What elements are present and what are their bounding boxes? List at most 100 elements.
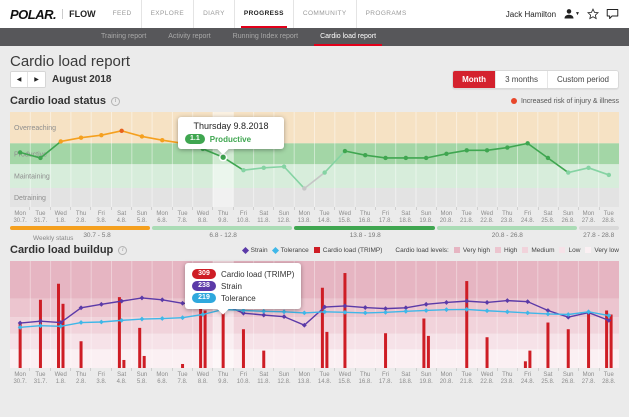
axis-day-label: Mon30.7.: [10, 371, 30, 385]
weekly-range-label: 30.7 - 5.8: [10, 232, 152, 239]
nav-item-diary[interactable]: DIARY: [193, 0, 234, 28]
messages-button[interactable]: [606, 8, 619, 20]
axis-day-label: Mon27.8.: [578, 371, 598, 385]
axis-day-label: Thu2.8.: [71, 210, 91, 224]
cardio-load-buildup-chart[interactable]: 309Cardio load (TRIMP) 238Strain 219 Tolera…: [10, 261, 619, 368]
axis-day-label: Sun19.8.: [416, 210, 436, 224]
value-pill: 238: [192, 281, 216, 291]
axis-day-label: Sun5.8.: [132, 371, 152, 385]
level-high: High: [495, 247, 517, 254]
tooltip-row-cardio-load-trimp-: 309Cardio load (TRIMP): [192, 269, 294, 279]
nav-item-programs[interactable]: PROGRAMS: [356, 0, 416, 28]
brand[interactable]: POLAR. FLOW: [10, 7, 96, 22]
weekly-status-segment: [294, 226, 434, 230]
axis-day-label: Thu16.8.: [355, 210, 375, 224]
cardio-load-status-chart[interactable]: OverreachingProductiveMaintainingDetrain…: [10, 112, 619, 207]
next-period-button[interactable]: ▶: [28, 72, 45, 87]
axis-day-label: Tue21.8.: [457, 210, 477, 224]
axis-day-label: Tue31.7.: [30, 371, 50, 385]
weekly-range-label: 20.8 - 26.8: [436, 232, 578, 239]
tooltip-row-strain: 238Strain: [192, 281, 294, 291]
axis-day-label: Mon13.8.: [294, 371, 314, 385]
legend-strain: Strain: [243, 247, 268, 254]
axis-day-label: Wed1.8.: [51, 210, 71, 224]
info-icon[interactable]: i: [118, 246, 127, 255]
axis-day-label: Sat25.8.: [538, 210, 558, 224]
report-subnav: Training reportActivity reportRunning In…: [0, 28, 629, 46]
buildup-legend: StrainToleranceCardio load (TRIMP)Cardio…: [243, 247, 619, 254]
axis-day-label: Thu9.8.: [213, 371, 233, 385]
axis-day-label: Sat18.8.: [396, 210, 416, 224]
range-button-custom-period[interactable]: Custom period: [547, 71, 618, 88]
nav-item-community[interactable]: COMMUNITY: [293, 0, 356, 28]
main-menu: FEEDEXPLOREDIARYPROGRESSCOMMUNITYPROGRAM…: [104, 0, 506, 28]
previous-period-button[interactable]: ◀: [11, 72, 28, 87]
tooltip-label: Tolerance: [221, 294, 256, 303]
main-content: Cardio load report ◀ ▶ August 2018 Month…: [0, 53, 629, 385]
favorites-button[interactable]: [587, 8, 599, 20]
polar-logo: POLAR.: [10, 7, 56, 22]
axis-day-label: Sat18.8.: [396, 371, 416, 385]
high-swatch-icon: [495, 247, 501, 253]
value-pill: 219: [192, 293, 216, 303]
range-selector: Month3 monthsCustom period: [452, 70, 619, 89]
risk-dot-icon: [511, 98, 517, 104]
range-button-month[interactable]: Month: [453, 71, 495, 88]
nav-item-feed[interactable]: FEED: [104, 0, 141, 28]
axis-day-label: Sun5.8.: [132, 210, 152, 224]
axis-day-label: Mon20.8.: [436, 371, 456, 385]
info-icon[interactable]: i: [111, 97, 120, 106]
axis-day-label: Tue14.8.: [314, 210, 334, 224]
axis-day-label: Mon30.7.: [10, 210, 30, 224]
axis-day-label: Fri10.8.: [233, 371, 253, 385]
legend-tolerance: Tolerance: [273, 247, 309, 254]
subnav-item-cardio-load-report[interactable]: Cardio load report: [309, 28, 387, 46]
axis-day-label: Sat25.8.: [538, 371, 558, 385]
nav-item-progress[interactable]: PROGRESS: [234, 0, 293, 28]
level-low: Low: [559, 247, 580, 254]
axis-day-label: Sun26.8.: [558, 371, 578, 385]
range-button-3-months[interactable]: 3 months: [495, 71, 547, 88]
axis-day-label: Tue7.8.: [172, 371, 192, 385]
top-nav: POLAR. FLOW FEEDEXPLOREDIARYPROGRESSCOMM…: [0, 0, 629, 28]
axis-day-label: Wed1.8.: [51, 371, 71, 385]
weekly-status-segment: [10, 226, 150, 230]
cardio-load-trimp--marker-icon: [314, 247, 320, 253]
axis-day-label: Tue21.8.: [457, 371, 477, 385]
axis-day-label: Sun26.8.: [558, 210, 578, 224]
axis-day-label: Wed22.8.: [477, 371, 497, 385]
svg-text:Maintaining: Maintaining: [14, 174, 50, 181]
axis-day-label: Sun19.8.: [416, 371, 436, 385]
period-pager: ◀ ▶ August 2018: [10, 71, 111, 88]
user-menu-button[interactable]: ▼: [563, 8, 580, 20]
axis-day-label: Wed22.8.: [477, 210, 497, 224]
page-title: Cardio load report: [10, 53, 619, 70]
weekly-status-segment: [437, 226, 577, 230]
weekly-status-label: Weekly status: [33, 235, 73, 242]
axis-day-label: Tue31.7.: [30, 210, 50, 224]
subnav-item-activity-report[interactable]: Activity report: [157, 28, 221, 46]
buildup-section-title: Cardio load buildup: [10, 244, 113, 256]
polar-flow-app: POLAR. FLOW FEEDEXPLOREDIARYPROGRESSCOMM…: [0, 0, 629, 417]
subnav-item-training-report[interactable]: Training report: [90, 28, 157, 46]
axis-day-label: Fri10.8.: [233, 210, 253, 224]
medium-swatch-icon: [522, 247, 528, 253]
buildup-chart-axis: Mon30.7.Tue31.7.Wed1.8.Thu2.8.Fri3.8.Sat…: [10, 368, 619, 385]
user-area: Jack Hamilton ▼: [506, 8, 619, 20]
axis-day-label: Wed8.8.: [193, 371, 213, 385]
current-period-label: August 2018: [52, 74, 111, 85]
axis-day-label: Mon6.8.: [152, 210, 172, 224]
low-swatch-icon: [559, 247, 565, 253]
tooltip-date: Thursday 9.8.2018: [185, 121, 277, 131]
cardio-load-levels-label: Cardio load levels:: [395, 247, 448, 254]
axis-day-label: Thu23.8.: [497, 371, 517, 385]
axis-day-label: Mon27.8.: [578, 210, 598, 224]
weekly-range-label: 6.8 - 12.8: [152, 232, 294, 239]
nav-item-explore[interactable]: EXPLORE: [141, 0, 194, 28]
axis-day-label: Fri17.8.: [375, 371, 395, 385]
axis-day-label: Fri24.8.: [517, 210, 537, 224]
axis-day-label: Sat11.8.: [254, 210, 274, 224]
user-name[interactable]: Jack Hamilton: [506, 10, 556, 19]
axis-day-label: Tue14.8.: [314, 371, 334, 385]
subnav-item-running-index-report[interactable]: Running Index report: [222, 28, 309, 46]
